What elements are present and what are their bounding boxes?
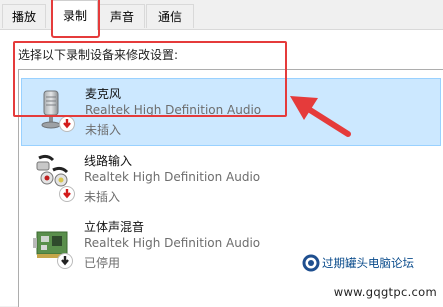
selection-highlight-box xyxy=(13,41,287,117)
stereo-mix-icon xyxy=(33,220,81,272)
watermark-banner: 过期罐头电脑论坛 xyxy=(298,251,443,275)
tab-playback[interactable]: 播放 xyxy=(2,4,46,28)
red-arrow-annotation xyxy=(288,90,352,143)
device-item-line-in[interactable]: 线路输入 Realtek High Definition Audio 未插入 xyxy=(21,148,441,216)
watermark-url: www.gqgtpc.com xyxy=(333,285,437,299)
device-status: 已停用 xyxy=(84,256,121,270)
watermark-text: 过期罐头电脑论坛 xyxy=(322,256,414,270)
device-status: 未插入 xyxy=(84,190,121,204)
tab-sounds[interactable]: 声音 xyxy=(99,4,145,28)
device-name: 线路输入 xyxy=(84,154,133,168)
device-name: 立体声混音 xyxy=(84,220,145,234)
watermark-logo-icon xyxy=(302,254,320,272)
tab-highlight-box xyxy=(51,0,100,38)
line-in-icon xyxy=(33,152,81,204)
tab-playback-label: 播放 xyxy=(11,10,36,24)
tab-communications-label: 通信 xyxy=(157,10,182,24)
tab-communications[interactable]: 通信 xyxy=(146,4,194,28)
device-status: 未插入 xyxy=(85,123,122,137)
device-description: Realtek High Definition Audio xyxy=(84,236,261,250)
tab-sounds-label: 声音 xyxy=(109,10,134,24)
device-description: Realtek High Definition Audio xyxy=(84,170,261,184)
